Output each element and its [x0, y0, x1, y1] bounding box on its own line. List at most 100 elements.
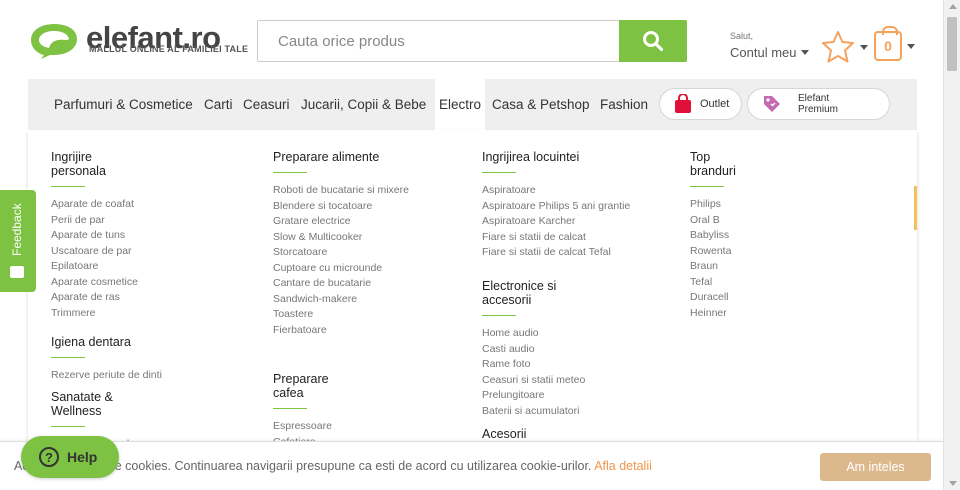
menu-link[interactable]: Fiare si statii de calcat — [482, 230, 630, 246]
search-input[interactable] — [258, 21, 620, 61]
menu-link[interactable]: Espressoare — [273, 419, 332, 435]
menu-link[interactable]: Cuptoare cu microunde — [273, 261, 409, 277]
menu-group-title[interactable]: Top branduri — [690, 150, 736, 178]
menu-link[interactable]: Baterii si acumulatori — [482, 404, 585, 420]
menu-group-title[interactable]: Igiena dentara — [51, 335, 162, 349]
menu-link[interactable]: Aspiratoare Philips 5 ani grantie — [482, 199, 630, 215]
menu-link[interactable]: Oral B — [690, 213, 736, 229]
divider — [690, 186, 724, 187]
menu-link[interactable]: Roboti de bucatarie si mixere — [273, 183, 409, 199]
feedback-tab[interactable]: Feedback — [0, 190, 36, 292]
tag-icon — [764, 96, 780, 112]
menu-link[interactable]: Aparate de ras — [51, 290, 138, 306]
menu-group-title[interactable]: Preparare alimente — [273, 150, 409, 164]
premium-label-line1: Elefant — [798, 93, 830, 104]
menu-link[interactable]: Home audio — [482, 326, 585, 342]
menu-links: Aspiratoare Aspiratoare Philips 5 ani gra… — [482, 183, 630, 261]
premium-label: Elefant Premium — [798, 93, 838, 115]
menu-link[interactable]: Casti audio — [482, 342, 585, 358]
menu-link[interactable]: Aparate de coafat — [51, 197, 138, 213]
nav-item-ceasuri[interactable]: Ceasuri — [243, 79, 290, 130]
site-logo[interactable]: elefant.ro MALLUL ONLINE AL FAMILIEI TAL… — [28, 20, 248, 60]
menu-links: Roboti de bucatarie si mixere Blendere si… — [273, 183, 409, 338]
menu-group-title[interactable]: Ingrijirea locuintei — [482, 150, 630, 164]
page: elefant.ro MALLUL ONLINE AL FAMILIEI TAL… — [0, 0, 960, 490]
shopping-bag-icon — [675, 94, 691, 113]
favorites-button[interactable] — [820, 30, 868, 64]
menu-link[interactable]: Fierbatoare — [273, 323, 409, 339]
menu-link[interactable]: Gratare electrice — [273, 214, 409, 230]
nav-item-carti[interactable]: Carti — [204, 79, 233, 130]
menu-link[interactable]: Rame foto — [482, 357, 585, 373]
cookie-banner: Acest site foloseste cookies. Continuare… — [0, 441, 943, 490]
banner-edge — [914, 186, 917, 230]
divider — [51, 426, 85, 427]
menu-link[interactable]: Rowenta — [690, 244, 736, 260]
nav-item-fashion[interactable]: Fashion — [600, 79, 648, 130]
search-button[interactable] — [619, 20, 687, 62]
nav-item-jucarii[interactable]: Jucarii, Copii & Bebe — [301, 79, 426, 130]
menu-link[interactable]: Uscatoare de par — [51, 244, 138, 260]
account-menu[interactable]: Contul meu — [730, 45, 810, 60]
menu-link[interactable]: Slow & Multicooker — [273, 230, 409, 246]
nav-item-parfumuri[interactable]: Parfumuri & Cosmetice — [54, 79, 193, 130]
menu-link[interactable]: Perii de par — [51, 213, 138, 229]
nav-item-casa[interactable]: Casa & Petshop — [492, 79, 590, 130]
menu-link[interactable]: Duracell — [690, 290, 736, 306]
menu-link[interactable]: Rezerve periute de dinti — [51, 368, 162, 384]
cookie-details-link[interactable]: Afla detalii — [594, 459, 652, 473]
menu-link[interactable]: Blendere si tocatoare — [273, 199, 409, 215]
menu-link[interactable]: Braun — [690, 259, 736, 275]
menu-link[interactable]: Prelungitoare — [482, 388, 585, 404]
star-icon — [822, 31, 854, 63]
menu-link[interactable]: Storcatoare — [273, 245, 409, 261]
menu-group-title[interactable]: Electronice si accesorii — [482, 279, 585, 307]
chevron-down-icon — [801, 50, 810, 55]
menu-group-title[interactable]: Ingrijire personala — [51, 150, 138, 178]
divider — [51, 357, 85, 358]
cart-button[interactable]: 0 — [874, 26, 915, 61]
menu-group-ingrijire: Ingrijire personala Aparate de coafat Per… — [51, 150, 138, 321]
premium-button[interactable]: Elefant Premium — [747, 88, 890, 120]
menu-link[interactable]: Philips — [690, 197, 736, 213]
elephant-logo-icon — [31, 24, 77, 59]
menu-link[interactable]: Toastere — [273, 307, 409, 323]
shopping-bag-icon: 0 — [874, 26, 902, 61]
divider — [482, 172, 516, 173]
menu-link[interactable]: Tefal — [690, 275, 736, 291]
help-button[interactable]: ? Help — [21, 436, 119, 478]
menu-link[interactable]: Aparate de tuns — [51, 228, 138, 244]
scroll-up-arrow-icon[interactable] — [949, 4, 957, 9]
menu-link[interactable]: Aparate cosmetice — [51, 275, 138, 291]
menu-group-top-branduri: Top branduri Philips Oral B Babyliss Rowent… — [690, 150, 736, 321]
menu-links: Home audio Casti audio Rame foto Ceasuri si… — [482, 326, 585, 419]
menu-link[interactable]: Cantare de bucatarie — [273, 276, 409, 292]
menu-link[interactable]: Heinner — [690, 306, 736, 322]
cookie-accept-button[interactable]: Am inteles — [820, 453, 931, 481]
menu-links: Philips Oral B Babyliss Rowenta Braun Tefal Du… — [690, 197, 736, 321]
menu-link[interactable]: Aspiratoare Karcher — [482, 214, 630, 230]
divider — [482, 315, 516, 316]
menu-link[interactable]: Fiare si statii de calcat Tefal — [482, 245, 630, 261]
search-icon — [643, 31, 664, 52]
scroll-thumb[interactable] — [947, 17, 957, 71]
page-scrollbar[interactable] — [943, 0, 960, 490]
menu-links: Aparate de coafat Perii de par Aparate de … — [51, 197, 138, 321]
help-label: Help — [67, 449, 98, 465]
menu-link[interactable]: Aspiratoare — [482, 183, 630, 199]
menu-link[interactable]: Sandwich-makere — [273, 292, 409, 308]
menu-group-title[interactable]: Preparare cafea — [273, 372, 332, 400]
menu-link[interactable]: Trimmere — [51, 306, 138, 322]
nav-item-electro[interactable]: Electro — [435, 79, 486, 130]
menu-group-title[interactable]: Sanatate & Wellness — [51, 390, 135, 418]
outlet-button[interactable]: Outlet — [659, 88, 742, 120]
menu-link[interactable]: Epilatoare — [51, 259, 138, 275]
outlet-label: Outlet — [700, 98, 730, 110]
menu-link[interactable]: Babyliss — [690, 228, 736, 244]
scroll-down-arrow-icon[interactable] — [949, 481, 957, 486]
question-icon: ? — [39, 447, 59, 467]
divider — [273, 172, 307, 173]
divider — [273, 408, 307, 409]
menu-link[interactable]: Ceasuri si statii meteo — [482, 373, 585, 389]
divider — [51, 186, 85, 187]
